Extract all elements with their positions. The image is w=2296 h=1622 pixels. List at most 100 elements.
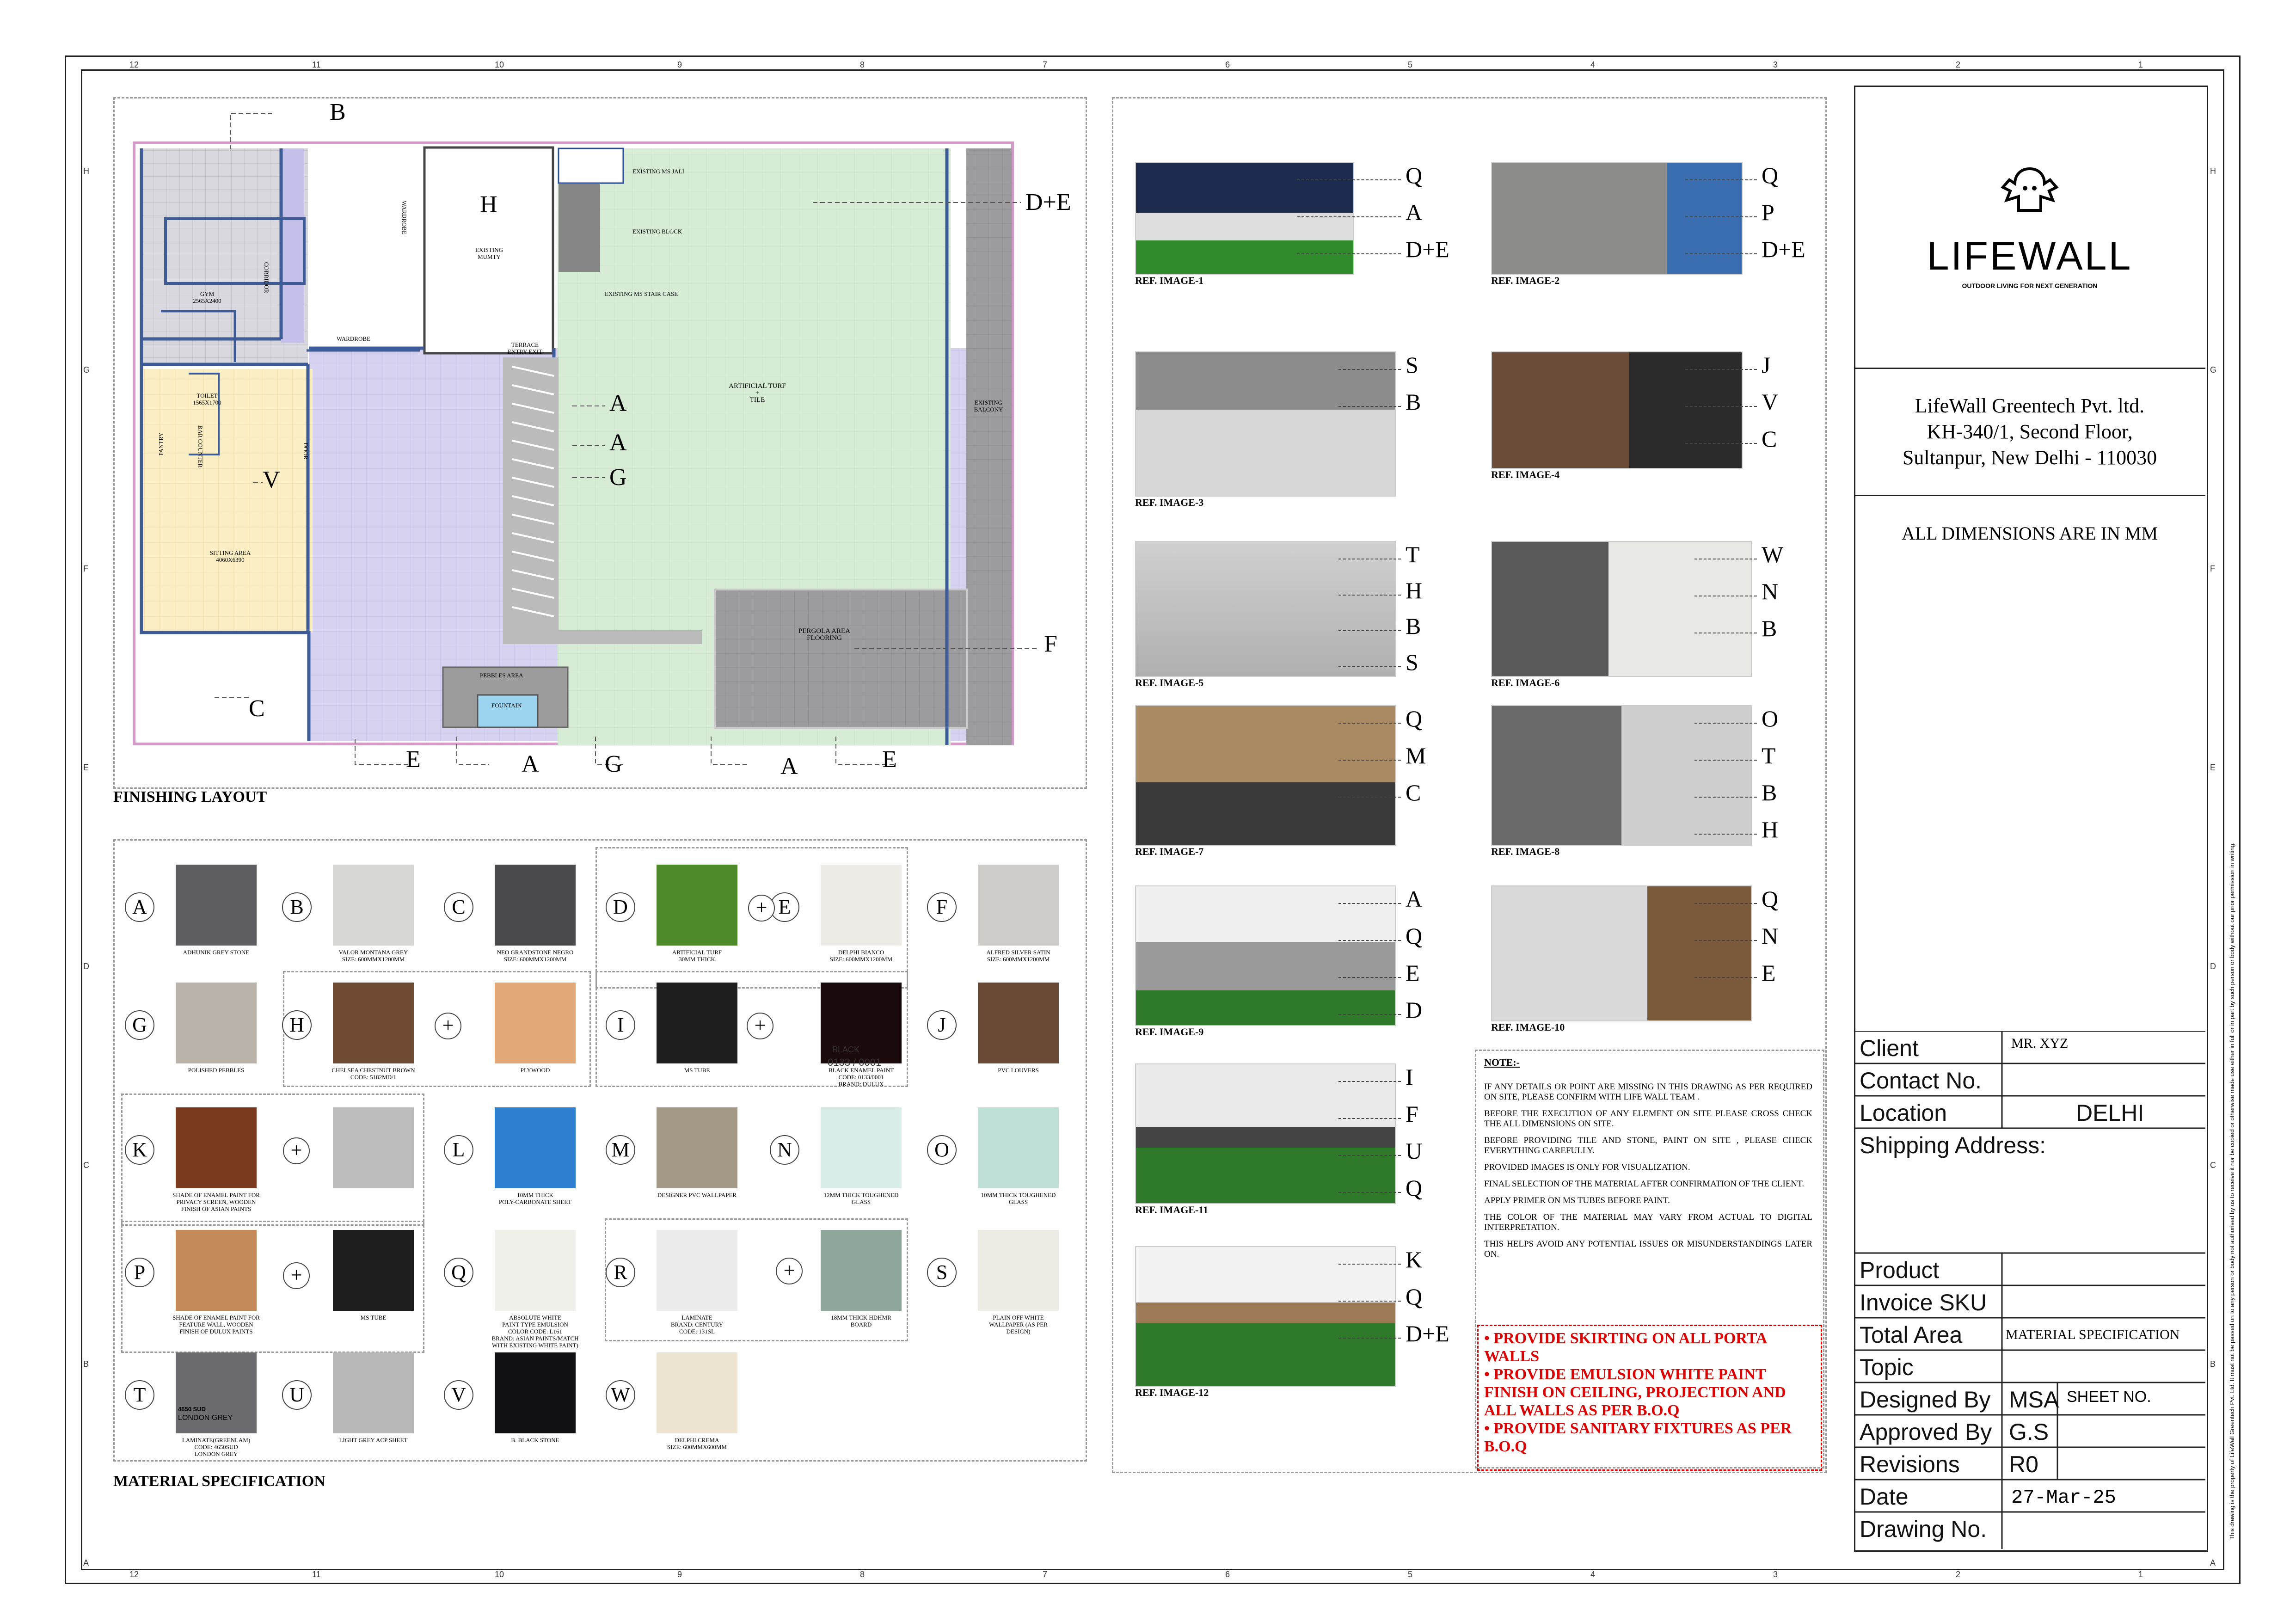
label-existing-stair: EXISTING MS STAIR CASE xyxy=(605,290,678,297)
swatch-text: 4650 SUD xyxy=(178,1406,206,1413)
reference-image-marker: C xyxy=(1406,780,1421,805)
reference-image-marker: Q xyxy=(1406,706,1423,731)
marker-leader-line xyxy=(1297,179,1401,180)
material-caption: ADHUNIK GREY STONE xyxy=(183,949,250,956)
marker-leader-line xyxy=(1338,903,1401,904)
logo-area: LIFEWALL OUTDOOR LIVING FOR NEXT GENERAT… xyxy=(1854,86,2205,369)
material-letter-badge: D xyxy=(606,892,635,922)
reference-image-marker: H xyxy=(1406,577,1423,603)
ruler-col-label: 1 xyxy=(2138,1570,2143,1579)
ruler-col-label: 7 xyxy=(1043,1570,1048,1579)
label-terrace-entry: TERRACE ENTRY EXIT xyxy=(508,341,542,355)
material-caption: MS TUBE xyxy=(684,1067,710,1074)
material-swatch-a xyxy=(176,865,257,946)
ruler-col-label: 4 xyxy=(1590,60,1596,69)
reference-image-caption: REF. IMAGE-10 xyxy=(1491,1021,1565,1033)
ruler-col-label: 3 xyxy=(1773,1570,1778,1579)
reference-image-9 xyxy=(1135,885,1396,1026)
reference-image-caption: REF. IMAGE-8 xyxy=(1491,846,1560,857)
room-turf: ARTIFICIAL TURF + TILE xyxy=(729,382,786,404)
material-letter-badge: T xyxy=(125,1380,154,1410)
ruler-row-label: H xyxy=(2210,166,2216,176)
note-item: IF ANY DETAILS OR POINT ARE MISSING IN T… xyxy=(1484,1082,1812,1102)
ruler-col-label: 3 xyxy=(1773,60,1778,69)
reference-image-marker: A xyxy=(1406,886,1423,912)
sheet-title-value: MATERIAL SPECIFICATION xyxy=(2006,1327,2180,1342)
approved-by-value: G.S xyxy=(2009,1419,2049,1445)
ruler-col-label: 10 xyxy=(495,1570,504,1579)
plus-icon: + xyxy=(435,1013,461,1039)
ruler-row-label: B xyxy=(2210,1359,2216,1369)
material-swatch-e xyxy=(821,865,902,946)
marker-leader-line xyxy=(1338,369,1401,370)
reference-image-marker: F xyxy=(1406,1101,1418,1127)
room-wardrobe-vertical: WARDROBE xyxy=(400,201,408,234)
marker-leader-line xyxy=(1685,179,1757,180)
marker-leader-line xyxy=(1685,406,1757,407)
ruler-col-label: 11 xyxy=(312,60,321,69)
material-caption: PLAIN OFF WHITE WALLPAPER (AS PER DESIGN… xyxy=(989,1314,1048,1335)
ruler-col-label: 5 xyxy=(1408,1570,1413,1579)
material-caption: DELPHI BIANCO SIZE: 600MMX1200MM xyxy=(829,949,893,963)
material-caption: CHELSEA CHESTNUT BROWN CODE: 5182MD/1 xyxy=(332,1067,415,1081)
reference-image-marker: Q xyxy=(1762,886,1779,912)
plan-marker-a: A xyxy=(609,430,627,456)
swatch-text: BLACK xyxy=(832,1045,860,1054)
reference-image-8 xyxy=(1491,705,1752,846)
ruler-row-label: C xyxy=(2210,1161,2216,1170)
material-swatch-w xyxy=(657,1352,737,1433)
marker-leader-line xyxy=(1694,723,1757,724)
reference-image-marker: W xyxy=(1762,541,1784,567)
notes-list: IF ANY DETAILS OR POINT ARE MISSING IN T… xyxy=(1484,1082,1812,1266)
reference-image-caption: REF. IMAGE-3 xyxy=(1135,497,1204,508)
ruler-col-label: 8 xyxy=(860,1570,865,1579)
ruler-col-label: 1 xyxy=(2138,60,2143,69)
material-caption: PVC LOUVERS xyxy=(998,1067,1039,1074)
notes-title: NOTE:- xyxy=(1484,1057,1520,1068)
ruler-col-label: 12 xyxy=(129,1570,139,1579)
marker-leader-line xyxy=(1685,443,1757,444)
reference-image-marker: D+E xyxy=(1762,236,1805,262)
material-letter-badge: W xyxy=(606,1380,635,1410)
material-swatch-o xyxy=(978,1107,1059,1188)
product-label: Product xyxy=(1860,1257,1940,1283)
reference-image-caption: REF. IMAGE-7 xyxy=(1135,846,1204,857)
ruler-row-label: D xyxy=(83,962,89,971)
reference-image-marker: B xyxy=(1406,389,1421,415)
reference-image-caption: REF. IMAGE-1 xyxy=(1135,275,1204,286)
ruler-row-label: F xyxy=(2210,564,2215,573)
reference-image-marker: Q xyxy=(1406,162,1423,188)
material-caption: DELPHI CREMA SIZE: 600MMX600MM xyxy=(667,1437,727,1450)
material-swatch-k xyxy=(176,1107,257,1188)
ruler-row-label: E xyxy=(2210,763,2216,772)
reference-image-marker: Q xyxy=(1406,923,1423,949)
reference-image-marker: Q xyxy=(1406,1284,1423,1309)
material-letter-badge: L xyxy=(444,1135,473,1165)
marker-leader-line xyxy=(1338,1338,1401,1339)
reference-image-marker: D+E xyxy=(1406,236,1449,262)
reference-image-caption: REF. IMAGE-2 xyxy=(1491,275,1560,286)
plan-marker-a: A xyxy=(609,390,627,417)
plan-marker-de: D+E xyxy=(1025,189,1071,215)
designed-by-label: Designed By xyxy=(1860,1387,1991,1413)
plus-icon: + xyxy=(776,1258,803,1284)
swatch-text: 0133 / 0001 xyxy=(828,1057,882,1068)
ruler-row-label: B xyxy=(83,1359,89,1369)
material-swatch-s xyxy=(978,1230,1059,1311)
ruler-col-label: 2 xyxy=(1956,60,1961,69)
reference-image-marker: T xyxy=(1762,743,1776,768)
client-value: MR. XYZ xyxy=(2011,1036,2069,1051)
material-caption: LAMINATE(GREENLAM) CODE: 4650SUD LONDON … xyxy=(182,1437,251,1457)
material-letter-badge: J xyxy=(927,1010,957,1040)
ruler-row-label: G xyxy=(83,365,90,375)
reference-image-2 xyxy=(1491,162,1743,275)
total-area-label: Total Area xyxy=(1860,1322,1963,1348)
plan-marker-e: E xyxy=(882,746,897,773)
material-letter-badge: U xyxy=(282,1380,312,1410)
dimensions-note: ALL DIMENSIONS ARE IN MM xyxy=(1901,523,2158,544)
reference-image-marker: O xyxy=(1762,706,1779,731)
reference-image-marker: B xyxy=(1762,780,1777,805)
material-swatch-r xyxy=(657,1230,737,1311)
marker-leader-line xyxy=(1338,1264,1401,1265)
material-swatch-j xyxy=(978,983,1059,1063)
